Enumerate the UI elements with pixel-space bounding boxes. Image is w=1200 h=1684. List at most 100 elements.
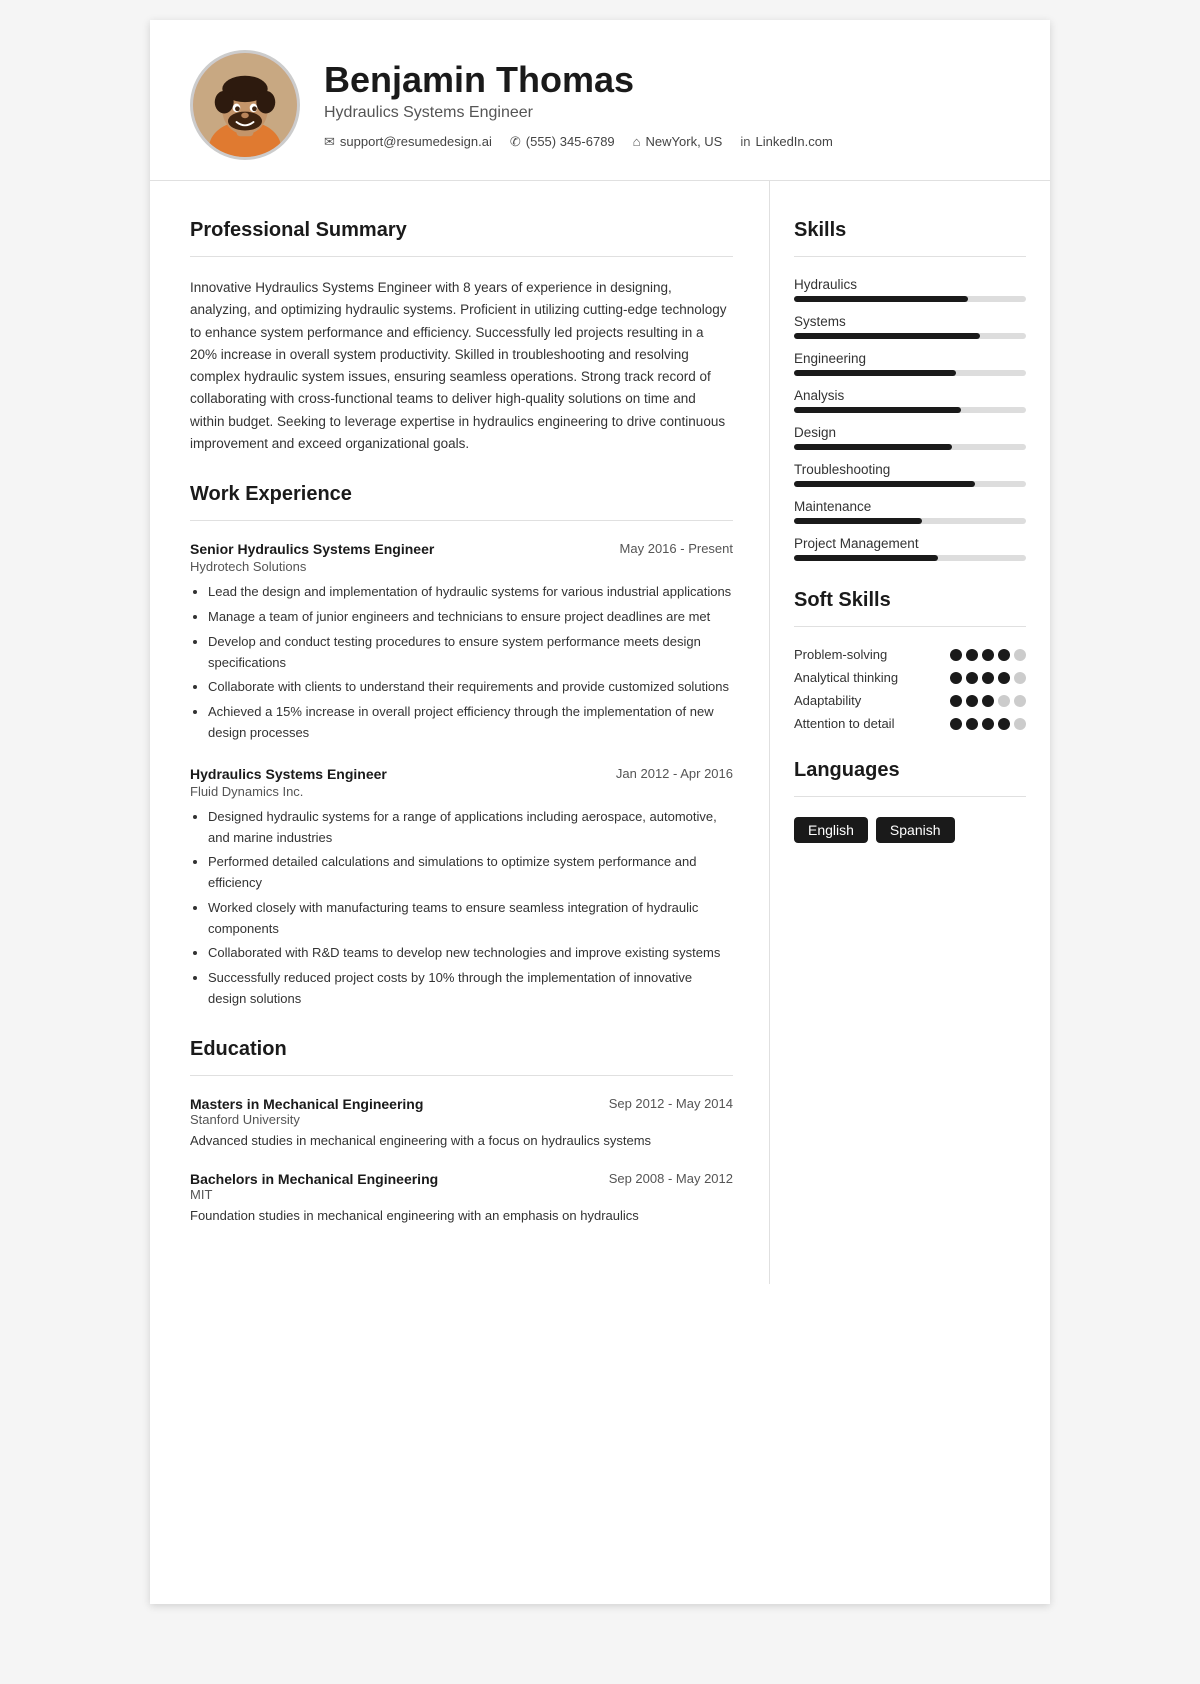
dots-container [950,649,1026,661]
soft-skill-item-3: Attention to detail [794,716,1026,731]
skill-bar-bg-7 [794,555,1026,561]
job-1-dates: May 2016 - Present [620,541,733,556]
email-icon: ✉ [324,134,335,150]
edu-1-degree: Masters in Mechanical Engineering [190,1096,423,1112]
languages-section: Languages EnglishSpanish [794,759,1026,843]
soft-skill-name-1: Analytical thinking [794,670,950,685]
job-1-bullet-2: Manage a team of junior engineers and te… [208,607,733,628]
job-1-bullet-4: Collaborate with clients to understand t… [208,677,733,698]
soft-skill-item-0: Problem-solving [794,647,1026,662]
summary-divider [190,256,733,257]
dot-4 [1014,718,1026,730]
location-icon: ⌂ [633,134,641,149]
job-1-bullet-1: Lead the design and implementation of hy… [208,582,733,603]
soft-skills-divider [794,626,1026,627]
skills-list: Hydraulics Systems Engineering Analysis … [794,277,1026,561]
summary-title: Professional Summary [190,219,733,242]
lang-badge-0: English [794,817,868,843]
skill-bar-fill-3 [794,407,961,413]
edu-2-school: MIT [190,1187,733,1202]
dot-1 [966,695,978,707]
skill-item-1: Systems [794,314,1026,339]
skill-name-6: Maintenance [794,499,1026,514]
skill-item-5: Troubleshooting [794,462,1026,487]
contact-linkedin: in LinkedIn.com [740,134,832,150]
skill-bar-fill-7 [794,555,938,561]
dot-0 [950,672,962,684]
skills-divider [794,256,1026,257]
soft-skill-name-2: Adaptability [794,693,950,708]
job-2-bullet-2: Performed detailed calculations and simu… [208,852,733,894]
job-2: Hydraulics Systems Engineer Jan 2012 - A… [190,766,733,1010]
dot-3 [998,718,1010,730]
soft-skill-item-2: Adaptability [794,693,1026,708]
phone-icon: ✆ [510,134,521,150]
skill-bar-bg-2 [794,370,1026,376]
job-1: Senior Hydraulics Systems Engineer May 2… [190,541,733,744]
skill-item-4: Design [794,425,1026,450]
header-info: Benjamin Thomas Hydraulics Systems Engin… [324,60,1010,150]
job-2-bullet-5: Successfully reduced project costs by 10… [208,968,733,1010]
skill-item-0: Hydraulics [794,277,1026,302]
contact-location: ⌂ NewYork, US [633,134,723,150]
skills-section: Skills Hydraulics Systems Engineering An… [794,219,1026,561]
skill-item-6: Maintenance [794,499,1026,524]
job-2-bullet-3: Worked closely with manufacturing teams … [208,898,733,940]
skill-item-2: Engineering [794,351,1026,376]
education-section: Education Masters in Mechanical Engineer… [190,1038,733,1226]
edu-2: Bachelors in Mechanical Engineering Sep … [190,1171,733,1226]
candidate-name: Benjamin Thomas [324,60,1010,100]
soft-skill-item-1: Analytical thinking [794,670,1026,685]
work-experience-title: Work Experience [190,483,733,506]
dots-container [950,718,1026,730]
dot-2 [982,649,994,661]
dot-2 [982,718,994,730]
skill-name-3: Analysis [794,388,1026,403]
resume-container: Benjamin Thomas Hydraulics Systems Engin… [150,20,1050,1604]
dot-1 [966,672,978,684]
soft-skills-title: Soft Skills [794,589,1026,612]
languages-divider [794,796,1026,797]
work-experience-section: Work Experience Senior Hydraulics System… [190,483,733,1010]
job-2-dates: Jan 2012 - Apr 2016 [616,766,733,781]
skill-bar-bg-1 [794,333,1026,339]
skill-bar-bg-6 [794,518,1026,524]
edu-1-desc: Advanced studies in mechanical engineeri… [190,1131,733,1151]
skill-name-1: Systems [794,314,1026,329]
skill-bar-bg-3 [794,407,1026,413]
left-column: Professional Summary Innovative Hydrauli… [150,181,770,1284]
location-text: NewYork, US [646,134,723,149]
dot-4 [1014,695,1026,707]
job-1-bullets: Lead the design and implementation of hy… [190,582,733,744]
dot-3 [998,695,1010,707]
edu-2-header: Bachelors in Mechanical Engineering Sep … [190,1171,733,1187]
skill-name-5: Troubleshooting [794,462,1026,477]
dot-0 [950,695,962,707]
skill-bar-bg-0 [794,296,1026,302]
phone-text: (555) 345-6789 [526,134,615,149]
skill-bar-fill-6 [794,518,922,524]
email-text: support@resumedesign.ai [340,134,492,149]
soft-skill-name-0: Problem-solving [794,647,950,662]
dot-0 [950,649,962,661]
education-title: Education [190,1038,733,1061]
skill-bar-fill-1 [794,333,980,339]
skills-title: Skills [794,219,1026,242]
job-1-header: Senior Hydraulics Systems Engineer May 2… [190,541,733,557]
linkedin-text: LinkedIn.com [755,134,832,149]
job-1-bullet-5: Achieved a 15% increase in overall proje… [208,702,733,744]
job-2-title: Hydraulics Systems Engineer [190,766,387,782]
job-2-header: Hydraulics Systems Engineer Jan 2012 - A… [190,766,733,782]
job-2-bullets: Designed hydraulic systems for a range o… [190,807,733,1010]
job-1-company: Hydrotech Solutions [190,559,733,574]
work-experience-divider [190,520,733,521]
candidate-title: Hydraulics Systems Engineer [324,104,1010,122]
skill-name-7: Project Management [794,536,1026,551]
right-column: Skills Hydraulics Systems Engineering An… [770,181,1050,1284]
dots-container [950,695,1026,707]
dot-0 [950,718,962,730]
soft-skills-section: Soft Skills Problem-solving Analytical th… [794,589,1026,731]
edu-2-desc: Foundation studies in mechanical enginee… [190,1206,733,1226]
summary-text: Innovative Hydraulics Systems Engineer w… [190,277,733,455]
edu-1: Masters in Mechanical Engineering Sep 20… [190,1096,733,1151]
